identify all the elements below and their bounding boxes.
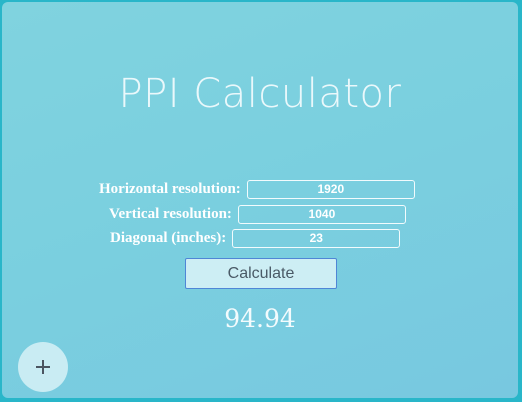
diagonal-input[interactable]: 23 bbox=[232, 228, 401, 248]
calculator-card: PPI Calculator Horizontal resolution: 19… bbox=[2, 2, 518, 398]
ppi-result: 94.94 bbox=[224, 304, 296, 333]
plus-icon bbox=[36, 360, 50, 374]
calculate-button[interactable]: Calculate bbox=[185, 258, 337, 289]
add-button[interactable] bbox=[18, 342, 68, 392]
horizontal-row: Horizontal resolution: 1920 bbox=[99, 179, 415, 199]
vertical-label: Vertical resolution: bbox=[109, 205, 232, 222]
diagonal-row: Diagonal (inches): 23 bbox=[110, 228, 401, 248]
horizontal-input[interactable]: 1920 bbox=[246, 179, 415, 199]
horizontal-label: Horizontal resolution: bbox=[99, 180, 241, 197]
diagonal-label: Diagonal (inches): bbox=[110, 229, 227, 246]
vertical-row: Vertical resolution: 1040 bbox=[109, 204, 406, 224]
vertical-input[interactable]: 1040 bbox=[237, 204, 406, 224]
page-title: PPI Calculator bbox=[118, 71, 402, 117]
